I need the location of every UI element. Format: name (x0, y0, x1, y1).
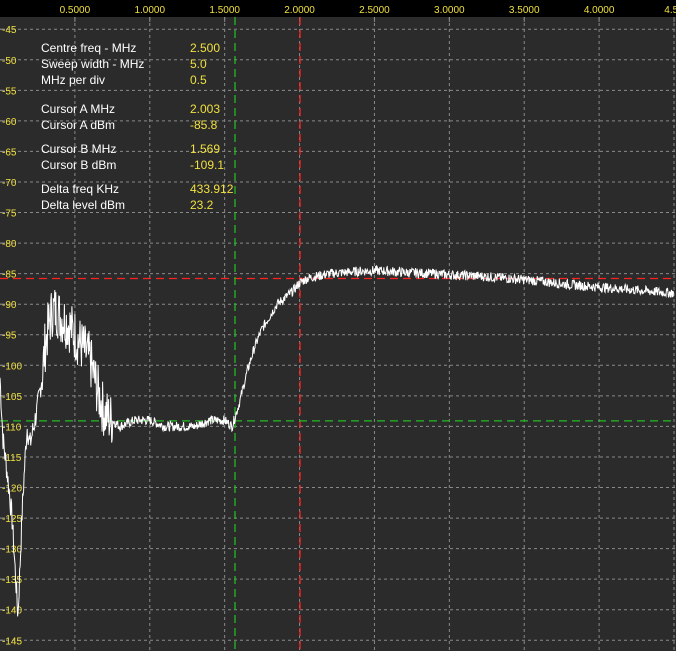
readout-value: -109.1 (190, 158, 224, 172)
readout-label: Cursor A dBm (41, 118, 115, 132)
readout-value: 2.003 (190, 102, 220, 116)
x-tick-label: 3.5000 (509, 5, 540, 16)
readout-value: 2.500 (190, 41, 220, 55)
y-tick-label: -90 (2, 300, 17, 311)
y-tick-label: -130 (2, 545, 22, 556)
x-tick-label: 0.5000 (60, 5, 91, 16)
readout-value: 5.0 (190, 57, 207, 71)
y-tick-label: -110 (2, 422, 22, 433)
y-tick-label: -100 (2, 361, 22, 372)
y-tick-label: -55 (2, 86, 17, 97)
x-tick-label: 1.0000 (134, 5, 165, 16)
readout-value: 1.569 (190, 142, 220, 156)
x-tick-label: 2.0000 (284, 5, 315, 16)
readout-label: Sweep width - MHz (41, 57, 144, 71)
y-tick-label: -50 (2, 56, 17, 67)
y-tick-label: -45 (2, 25, 17, 36)
x-tick-label: 4.50 (664, 5, 676, 16)
readout-label: Cursor B dBm (41, 158, 116, 172)
x-tick-label: 4.0000 (584, 5, 615, 16)
readout-label: MHz per div (41, 73, 105, 87)
y-tick-label: -95 (2, 331, 17, 342)
spectrum-analyzer-display: 0.5000 1.0000 1.5000 2.0000 2.5000 3.0000 3.50… (0, 5, 676, 651)
y-tick-label: -65 (2, 147, 17, 158)
y-tick-label: -120 (2, 484, 22, 495)
y-tick-label: -80 (2, 239, 17, 250)
readout-value: 23.2 (190, 198, 214, 212)
y-tick-label: -70 (2, 178, 17, 189)
readout-label: Centre freq - MHz (41, 41, 136, 55)
readout-value: 0.5 (190, 73, 207, 87)
x-axis-ticks: 0.5000 1.0000 1.5000 2.0000 2.5000 3.0000 3.50… (60, 5, 676, 16)
readout-label: Delta level dBm (41, 198, 125, 212)
readout-label: Cursor B MHz (41, 142, 116, 156)
x-tick-label: 3.0000 (434, 5, 465, 16)
y-tick-label: -140 (2, 606, 22, 617)
y-tick-label: -75 (2, 209, 17, 220)
y-tick-label: -105 (2, 392, 22, 403)
readout-value: 433.912 (190, 182, 234, 196)
readout-value: -85.8 (190, 118, 218, 132)
x-tick-label: 1.5000 (209, 5, 240, 16)
readout-label: Delta freq KHz (41, 182, 119, 196)
readout-label: Cursor A MHz (41, 102, 115, 116)
y-tick-label: -60 (2, 117, 17, 128)
y-tick-label: -145 (2, 636, 22, 647)
x-tick-label: 2.5000 (359, 5, 390, 16)
